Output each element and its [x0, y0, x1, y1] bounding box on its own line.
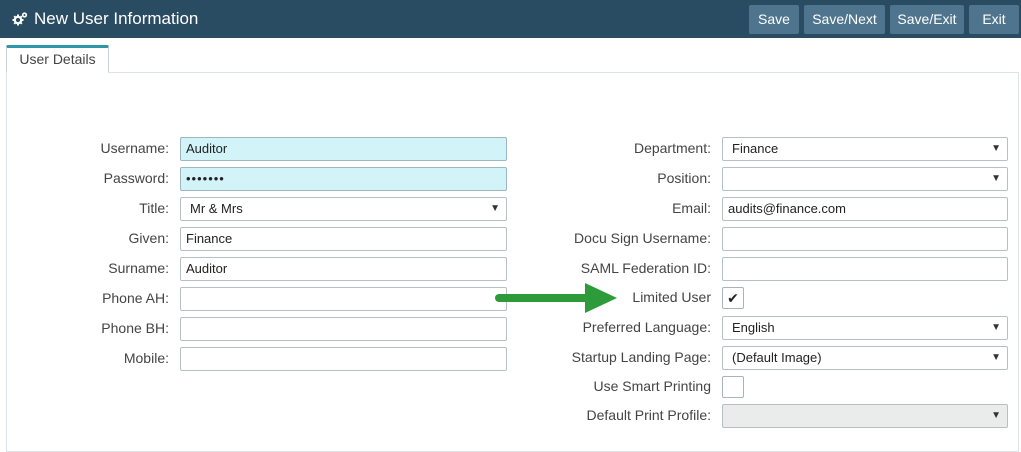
use-smart-printing-label: Use Smart Printing [593, 378, 711, 394]
exit-button[interactable]: Exit [969, 5, 1019, 34]
password-input[interactable]: ••••••• [180, 167, 507, 191]
title-label: Title: [139, 200, 169, 216]
department-label: Department: [633, 140, 711, 156]
use-smart-printing-checkbox[interactable] [722, 376, 744, 398]
preferred-language-label: Preferred Language: [582, 319, 711, 335]
surname-label: Surname: [108, 260, 169, 276]
tab-user-details[interactable]: User Details [6, 45, 109, 73]
mobile-input[interactable] [180, 347, 507, 371]
password-label: Password: [103, 170, 169, 186]
save-next-button[interactable]: Save/Next [804, 5, 885, 34]
username-label: Username: [100, 140, 169, 156]
save-button[interactable]: Save [749, 5, 799, 34]
given-input[interactable]: Finance [180, 227, 507, 251]
limited-user-checkbox[interactable]: ✔ [722, 287, 744, 309]
department-select[interactable]: Finance ▼ [722, 137, 1008, 161]
checkmark-icon: ✔ [727, 290, 739, 306]
chevron-down-icon: ▼ [490, 203, 500, 214]
saml-federation-id-label: SAML Federation ID: [580, 260, 711, 276]
chevron-down-icon: ▼ [991, 322, 1001, 333]
mobile-label: Mobile: [123, 350, 169, 366]
docu-sign-username-label: Docu Sign Username: [574, 230, 711, 246]
default-print-profile-label: Default Print Profile: [586, 407, 712, 423]
phone-bh-input[interactable] [180, 317, 507, 341]
saml-federation-id-input[interactable] [722, 257, 1008, 281]
startup-landing-page-value: (Default Image) [732, 350, 822, 365]
startup-landing-page-label: Startup Landing Page: [571, 349, 711, 365]
header-title-text: New User Information [34, 9, 199, 28]
chevron-down-icon: ▼ [991, 410, 1001, 421]
default-print-profile-select[interactable]: ▼ [722, 404, 1008, 428]
chevron-down-icon: ▼ [991, 352, 1001, 363]
tab-bar [0, 38, 1021, 72]
title-select-value: Mr & Mrs [190, 201, 243, 216]
phone-ah-input[interactable] [180, 287, 507, 311]
surname-input[interactable]: Auditor [180, 257, 507, 281]
gears-icon [12, 12, 28, 26]
docu-sign-username-input[interactable] [722, 227, 1008, 251]
phone-ah-label: Phone AH: [102, 290, 169, 306]
title-select[interactable]: Mr & Mrs ▼ [180, 197, 507, 221]
department-select-value: Finance [732, 141, 779, 156]
position-label: Position: [657, 170, 711, 186]
username-input[interactable]: Auditor [180, 137, 507, 161]
chevron-down-icon: ▼ [991, 173, 1001, 184]
preferred-language-select[interactable]: English ▼ [722, 316, 1008, 340]
given-label: Given: [128, 230, 169, 246]
preferred-language-value: English [732, 320, 775, 335]
header-title: New User Information [12, 0, 198, 38]
startup-landing-page-select[interactable]: (Default Image) ▼ [722, 346, 1008, 370]
phone-bh-label: Phone BH: [101, 320, 169, 336]
save-exit-button[interactable]: Save/Exit [890, 5, 964, 34]
green-arrow-annotation [495, 283, 617, 313]
email-input[interactable]: audits@finance.com [722, 197, 1008, 221]
window-header: New User Information Save Save/Next Save… [0, 0, 1021, 38]
email-label: Email: [672, 200, 711, 216]
position-select[interactable]: ▼ [722, 167, 1008, 191]
chevron-down-icon: ▼ [991, 143, 1001, 154]
